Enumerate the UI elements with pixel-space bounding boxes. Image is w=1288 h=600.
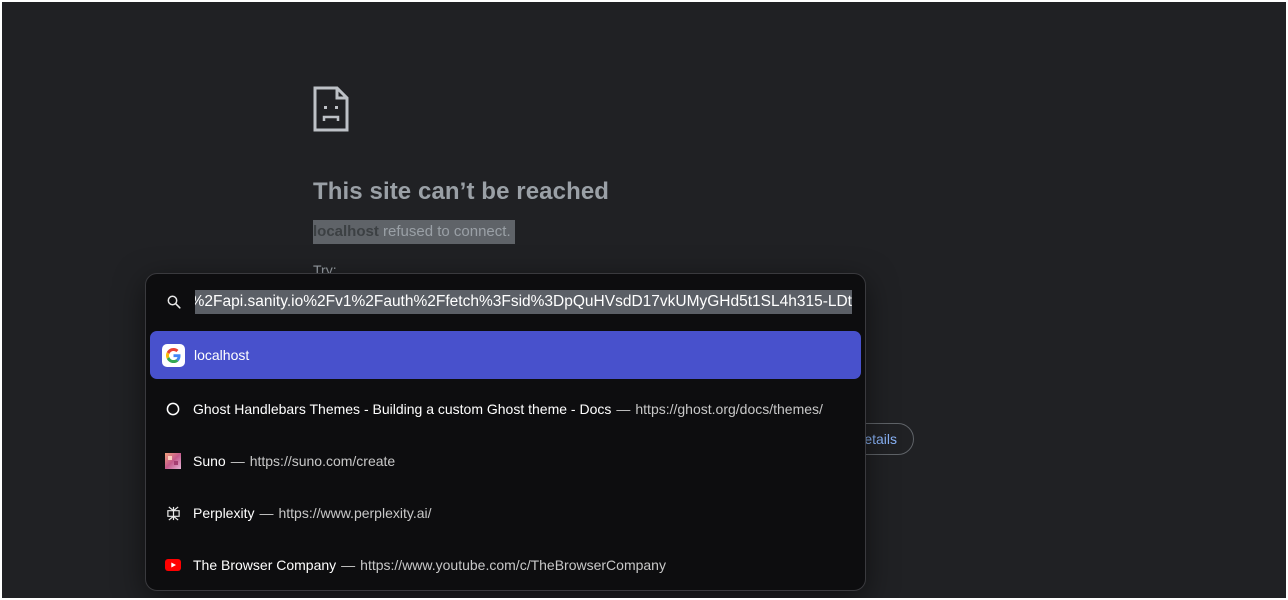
suggestion-ghost-docs[interactable]: Ghost Handlebars Themes - Building a cus…: [150, 383, 861, 435]
error-description: localhost refused to connect.: [313, 220, 515, 244]
suggestion-url: https://www.perplexity.ai/: [278, 505, 432, 521]
sad-page-icon: [313, 86, 349, 132]
suggestion-separator: —: [341, 557, 356, 573]
youtube-icon: [162, 554, 184, 576]
command-search: f%2Fapi.sanity.io%2Fv1%2Fauth%2Ffetch%3F…: [146, 288, 865, 316]
error-message: refused to connect.: [378, 223, 511, 240]
suggestion-list: localhost Ghost Handlebars Themes - Buil…: [150, 331, 861, 590]
suggestion-url: https://www.youtube.com/c/TheBrowserComp…: [360, 557, 666, 573]
globe-icon: [162, 398, 184, 420]
command-search-value: f%2Fapi.sanity.io%2Fv1%2Fauth%2Ffetch%3F…: [195, 290, 852, 314]
error-title: This site can’t be reached: [313, 178, 610, 205]
suno-icon: [162, 450, 184, 472]
suggestion-title: The Browser Company: [193, 557, 337, 573]
suggestion-title: Suno: [193, 453, 226, 469]
google-icon: [162, 343, 185, 367]
command-bar: f%2Fapi.sanity.io%2Fv1%2Fauth%2Ffetch%3F…: [145, 273, 866, 591]
suggestion-url: https://ghost.org/docs/themes/: [635, 401, 823, 417]
suggestion-suno[interactable]: Suno — https://suno.com/create: [150, 435, 861, 487]
suggestion-perplexity[interactable]: Perplexity — https://www.perplexity.ai/: [150, 487, 861, 539]
suggestion-title: Perplexity: [193, 505, 255, 521]
suggestion-separator: —: [230, 453, 245, 469]
suggestion-url: https://suno.com/create: [249, 453, 396, 469]
suggestion-localhost[interactable]: localhost: [150, 331, 861, 379]
suggestion-title: localhost: [194, 347, 250, 363]
command-search-input[interactable]: f%2Fapi.sanity.io%2Fv1%2Fauth%2Ffetch%3F…: [195, 290, 852, 314]
error-host: localhost: [313, 223, 379, 240]
suggestion-title: Ghost Handlebars Themes - Building a cus…: [193, 401, 612, 417]
browser-window: This site can’t be reached localhost ref…: [2, 2, 1286, 598]
search-icon: [167, 295, 181, 309]
suggestion-browser-company[interactable]: The Browser Company — https://www.youtub…: [150, 539, 861, 590]
suggestion-separator: —: [259, 505, 274, 521]
suggestion-separator: —: [616, 401, 631, 417]
perplexity-icon: [162, 502, 184, 524]
